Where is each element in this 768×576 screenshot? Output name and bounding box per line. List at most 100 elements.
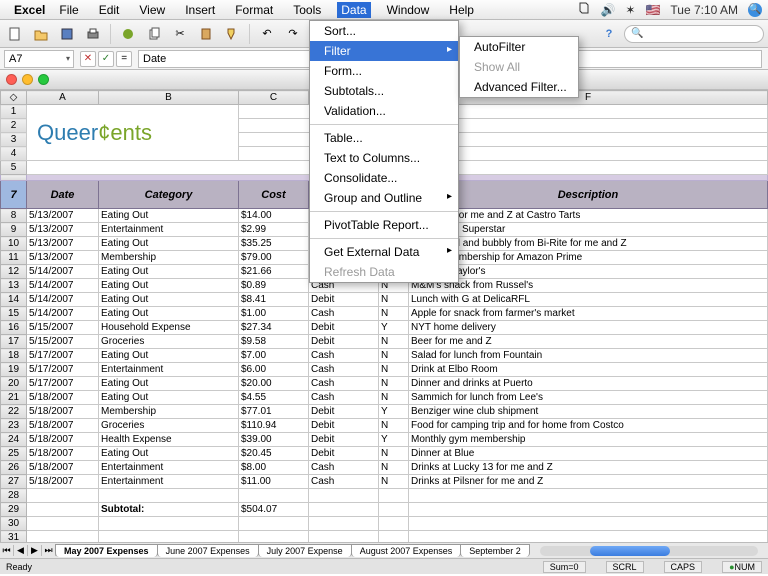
cell-category[interactable]: Eating Out: [99, 349, 239, 363]
cell-cost[interactable]: $9.58: [239, 335, 309, 349]
cell[interactable]: [99, 517, 239, 531]
enter-icon[interactable]: ✓: [98, 51, 114, 67]
close-icon[interactable]: [6, 74, 17, 85]
cell-cost[interactable]: $27.34: [239, 321, 309, 335]
tab-last-icon[interactable]: ⏭: [42, 545, 56, 556]
cell-date[interactable]: 5/13/2007: [27, 251, 99, 265]
cell-subtotal-label[interactable]: Subtotal:: [99, 503, 239, 517]
row-header[interactable]: 12: [1, 265, 27, 279]
row-header[interactable]: 3: [1, 133, 27, 147]
cell-desc[interactable]: Picnic food and bubbly from Bi-Rite for …: [409, 237, 768, 251]
cell-flag[interactable]: N: [379, 335, 409, 349]
cell-cost[interactable]: $4.55: [239, 391, 309, 405]
cell-date[interactable]: 5/13/2007: [27, 209, 99, 223]
spotlight-icon[interactable]: 🔍: [748, 3, 762, 17]
cell-cost[interactable]: $110.94: [239, 419, 309, 433]
cell-flag[interactable]: N: [379, 363, 409, 377]
new-icon[interactable]: [4, 23, 26, 45]
cell-desc[interactable]: Lunch at Taylor's: [409, 265, 768, 279]
menu-item-get-external-data[interactable]: Get External Data: [310, 242, 458, 262]
zoom-icon[interactable]: [38, 74, 49, 85]
select-all-corner[interactable]: ◇: [1, 91, 27, 105]
cell-category[interactable]: Entertainment: [99, 223, 239, 237]
cell-cost[interactable]: $20.00: [239, 377, 309, 391]
cell-date[interactable]: 5/17/2007: [27, 377, 99, 391]
cell-cost[interactable]: $1.00: [239, 307, 309, 321]
cell-desc[interactable]: M&M's snack from Russel's: [409, 279, 768, 293]
cell[interactable]: [409, 489, 768, 503]
cell-cost[interactable]: $7.00: [239, 349, 309, 363]
format-painter-icon[interactable]: [221, 23, 243, 45]
cell[interactable]: [27, 531, 99, 543]
row-header[interactable]: 8: [1, 209, 27, 223]
menu-item-table[interactable]: Table...: [310, 128, 458, 148]
save-icon[interactable]: [56, 23, 78, 45]
menu-window[interactable]: Window: [383, 2, 434, 18]
cell[interactable]: [27, 517, 99, 531]
row-header[interactable]: 13: [1, 279, 27, 293]
row-header[interactable]: 14: [1, 293, 27, 307]
row-header[interactable]: 10: [1, 237, 27, 251]
cell-date[interactable]: 5/17/2007: [27, 363, 99, 377]
cell-flag[interactable]: N: [379, 293, 409, 307]
minimize-icon[interactable]: [22, 74, 33, 85]
row-header[interactable]: 19: [1, 363, 27, 377]
cell-category[interactable]: Eating Out: [99, 209, 239, 223]
cell-category[interactable]: Entertainment: [99, 461, 239, 475]
cell-cost[interactable]: $21.66: [239, 265, 309, 279]
menu-item-group-and-outline[interactable]: Group and Outline: [310, 188, 458, 208]
row-header[interactable]: 7: [1, 181, 27, 209]
cell-type[interactable]: Cash: [309, 377, 379, 391]
row-header[interactable]: 24: [1, 433, 27, 447]
cell-cost[interactable]: $8.00: [239, 461, 309, 475]
name-box[interactable]: A7: [4, 50, 74, 68]
row-header[interactable]: 9: [1, 223, 27, 237]
cell-desc[interactable]: Sammich for lunch from Lee's: [409, 391, 768, 405]
row-header[interactable]: 23: [1, 419, 27, 433]
row-header[interactable]: 18: [1, 349, 27, 363]
menu-format[interactable]: Format: [231, 2, 277, 18]
cell-desc[interactable]: Drinks at Lucky 13 for me and Z: [409, 461, 768, 475]
menu-file[interactable]: File: [55, 2, 82, 18]
cell-flag[interactable]: N: [379, 461, 409, 475]
cell[interactable]: [239, 531, 309, 543]
cell-desc[interactable]: NYT home delivery: [409, 321, 768, 335]
cell[interactable]: [27, 503, 99, 517]
cell[interactable]: [309, 517, 379, 531]
cell[interactable]: [309, 531, 379, 543]
menu-item-advanced-filter[interactable]: Advanced Filter...: [460, 77, 578, 97]
cell-cost[interactable]: $14.00: [239, 209, 309, 223]
cell-desc[interactable]: Lunch with G at DelicaRFL: [409, 293, 768, 307]
menu-tools[interactable]: Tools: [289, 2, 325, 18]
header-cost[interactable]: Cost: [239, 181, 309, 209]
menu-item-consolidate[interactable]: Consolidate...: [310, 168, 458, 188]
row-header[interactable]: 27: [1, 475, 27, 489]
cell-category[interactable]: Eating Out: [99, 293, 239, 307]
cell-category[interactable]: Entertainment: [99, 363, 239, 377]
cell-type[interactable]: Debit: [309, 293, 379, 307]
cell-cost[interactable]: $2.99: [239, 223, 309, 237]
cell-category[interactable]: Eating Out: [99, 391, 239, 405]
cell[interactable]: [379, 503, 409, 517]
menu-item-subtotals[interactable]: Subtotals...: [310, 81, 458, 101]
menu-item-pivottable-report[interactable]: PivotTable Report...: [310, 215, 458, 235]
cell-flag[interactable]: N: [379, 349, 409, 363]
cell-desc[interactable]: Video from Superstar: [409, 223, 768, 237]
clock[interactable]: Tue 7:10 AM: [670, 3, 738, 17]
cell-subtotal-value[interactable]: $504.07: [239, 503, 309, 517]
row-header[interactable]: 17: [1, 335, 27, 349]
cell[interactable]: [409, 503, 768, 517]
cell-type[interactable]: Debit: [309, 405, 379, 419]
row-header[interactable]: 29: [1, 503, 27, 517]
cell-date[interactable]: 5/14/2007: [27, 265, 99, 279]
cell-category[interactable]: Membership: [99, 251, 239, 265]
row-header[interactable]: 31: [1, 531, 27, 543]
row-header[interactable]: 16: [1, 321, 27, 335]
cell-date[interactable]: 5/14/2007: [27, 293, 99, 307]
row-header[interactable]: 15: [1, 307, 27, 321]
cell-category[interactable]: Entertainment: [99, 475, 239, 489]
cell[interactable]: [409, 531, 768, 543]
cell-flag[interactable]: N: [379, 475, 409, 489]
cell-type[interactable]: Cash: [309, 461, 379, 475]
col-header[interactable]: B: [99, 91, 239, 105]
